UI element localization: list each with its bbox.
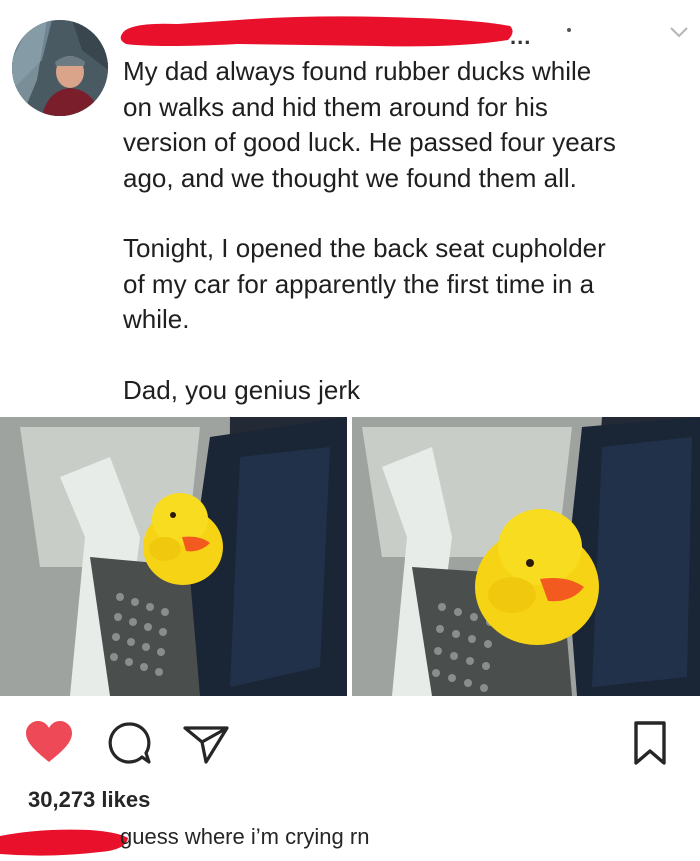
photo-grid — [0, 417, 700, 696]
caption-text: guess where i’m crying rn — [120, 824, 370, 849]
username-redaction — [118, 14, 518, 50]
duck-photo-right[interactable] — [352, 417, 700, 696]
more-indicator: ... — [510, 24, 532, 49]
tweet-paragraph-2: Tonight, I opened the back seat cupholde… — [123, 233, 606, 334]
action-bar — [0, 714, 700, 770]
chevron-down-icon[interactable] — [668, 24, 690, 40]
tweet-paragraph-1: My dad always found rubber ducks while o… — [123, 56, 616, 193]
separator-dot — [567, 28, 571, 32]
share-icon[interactable] — [182, 722, 230, 766]
bookmark-icon[interactable] — [632, 720, 668, 766]
comment-icon[interactable] — [106, 720, 152, 766]
duck-photo-left[interactable] — [0, 417, 347, 696]
heart-icon[interactable] — [24, 720, 74, 764]
likes-count[interactable]: 30,273 likes — [28, 787, 150, 813]
avatar-photo — [12, 20, 108, 116]
tweet-paragraph-3: Dad, you genius jerk — [123, 374, 361, 405]
avatar[interactable] — [12, 20, 108, 116]
caption-username-redaction — [0, 829, 128, 856]
caption: guess where i’m crying rn — [0, 818, 700, 858]
instagram-post: ... My dad always found rubber ducks whi… — [0, 0, 700, 861]
tweet-body: My dad always found rubber ducks while o… — [123, 54, 693, 408]
